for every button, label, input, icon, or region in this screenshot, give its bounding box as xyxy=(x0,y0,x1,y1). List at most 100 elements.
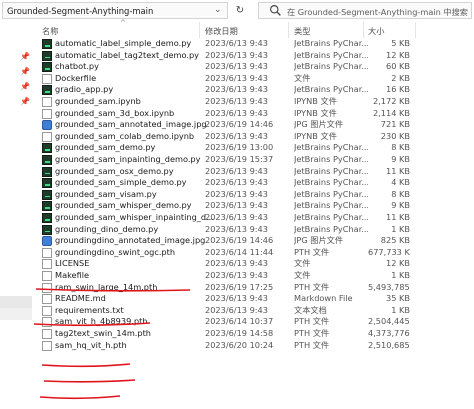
file-name: grounding_dino_demo.py xyxy=(55,223,159,234)
file-icon xyxy=(42,317,52,328)
column-divider[interactable] xyxy=(288,22,289,38)
file-size: 12 KB xyxy=(385,49,410,60)
column-type[interactable]: 类型 xyxy=(294,25,310,37)
file-type: IPYNB 文件 xyxy=(294,96,337,106)
file-name: sam_hq_vit_h.pth xyxy=(55,339,127,350)
python-file-icon xyxy=(42,178,52,189)
file-date: 2023/6/13 9:43 xyxy=(205,165,268,176)
file-row[interactable]: automatic_label_simple_demo.py 2023/6/13 … xyxy=(0,38,474,50)
column-divider[interactable] xyxy=(199,22,200,38)
file-type: JetBrains PyChar... xyxy=(294,165,368,176)
file-row[interactable]: grounded_sam_3d_box.ipynb 2023/6/13 9:43 I… xyxy=(0,108,474,120)
file-row[interactable]: gradio_app.py 2023/6/13 9:43 JetBrains PyC… xyxy=(0,84,474,96)
file-size: 60 KB xyxy=(385,61,410,72)
file-row[interactable]: ram_swin_large_14m.pth 2023/6/19 17:25 PTH… xyxy=(0,282,474,294)
file-row[interactable]: README.md 2023/6/13 9:43 Markdown File 35 K… xyxy=(0,293,474,305)
file-row[interactable]: automatic_label_tag2text_demo.py 2023/6/1… xyxy=(0,50,474,62)
file-type: JetBrains PyChar... xyxy=(294,177,368,188)
refresh-icon: ↻ xyxy=(235,5,245,16)
notebook-file-icon xyxy=(42,108,52,119)
file-date: 2023/6/13 9:43 xyxy=(205,304,268,315)
file-row[interactable]: Makefile 2023/6/13 9:43 文件 1 KB xyxy=(0,270,474,282)
file-row[interactable]: grounded_sam_whisper_inpainting_d... 2023… xyxy=(0,212,474,224)
file-size: 5 KB xyxy=(391,38,410,48)
notebook-file-icon xyxy=(42,97,52,107)
file-row[interactable]: Dockerfile 2023/6/13 9:43 文件 2 KB xyxy=(0,73,474,85)
search-icon xyxy=(270,5,281,16)
file-row[interactable]: grounded_sam_visam.py 2023/6/13 9:43 JetBr… xyxy=(0,189,474,201)
file-size: 721 KB xyxy=(380,119,410,130)
file-row[interactable]: grounded_sam_osx_demo.py 2023/6/13 9:43 Je… xyxy=(0,166,474,178)
file-type: PTH 文件 xyxy=(294,339,330,350)
file-row[interactable]: grounded_sam_demo.py 2023/6/19 13:00 JetBr… xyxy=(0,142,474,154)
file-row[interactable]: requirements.txt 2023/6/13 9:43 文本文档 1 KB xyxy=(0,305,474,317)
file-type: JPG 图片文件 xyxy=(294,119,344,130)
file-icon xyxy=(42,340,52,351)
file-row[interactable]: chatbot.py 2023/6/13 9:43 JetBrains PyChar… xyxy=(0,61,474,73)
search-input[interactable]: 在 Grounded-Segment-Anything-main 中搜索 xyxy=(258,2,472,19)
file-name: grounded_sam_visam.py xyxy=(55,188,157,199)
file-row[interactable]: groundingdino_annotated_image.jpg 2023/6/… xyxy=(0,235,474,247)
address-bar[interactable]: Grounded-Segment-Anything-main ⌄ xyxy=(2,2,228,19)
file-type: 文件 xyxy=(294,258,311,269)
file-icon xyxy=(42,247,52,258)
file-date: 2023/6/20 10:24 xyxy=(205,339,274,350)
text-file-icon xyxy=(42,305,52,316)
file-name: requirements.txt xyxy=(55,304,124,315)
file-name: groundingdino_annotated_image.jpg xyxy=(55,235,206,246)
file-date: 2023/6/19 13:00 xyxy=(205,142,274,153)
file-row[interactable]: LICENSE 2023/6/13 9:43 文件 12 KB xyxy=(0,258,474,270)
file-name: gradio_app.py xyxy=(55,84,114,95)
column-divider[interactable] xyxy=(415,22,416,38)
address-bar-row: Grounded-Segment-Anything-main ⌄ ↻ 在 Gro… xyxy=(0,0,474,22)
file-row[interactable]: grounded_sam_inpainting_demo.py 2023/6/19… xyxy=(0,154,474,166)
file-row[interactable]: tag2text_swin_14m.pth 2023/6/19 14:58 PTH … xyxy=(0,328,474,340)
file-row[interactable]: grounded_sam_whisper_demo.py 2023/6/13 9:… xyxy=(0,200,474,212)
refresh-button[interactable]: ↻ xyxy=(233,4,247,18)
file-name: chatbot.py xyxy=(55,61,99,72)
file-size: 2,114 KB xyxy=(372,107,410,118)
file-row[interactable]: grounded_sam_simple_demo.py 2023/6/13 9:4… xyxy=(0,177,474,189)
file-row[interactable]: grounding_dino_demo.py 2023/6/13 9:43 JetB… xyxy=(0,224,474,236)
file-row[interactable]: sam_hq_vit_h.pth 2023/6/20 10:24 PTH 文件 2,5… xyxy=(0,340,474,352)
python-file-icon xyxy=(42,50,52,61)
file-name: grounded_sam_3d_box.ipynb xyxy=(55,107,175,118)
file-row[interactable]: sam_vit_h_4b8939.pth 2023/6/14 10:37 PTH 文… xyxy=(0,316,474,328)
file-name: grounded_sam_annotated_image.jpg xyxy=(55,119,207,130)
image-file-icon xyxy=(42,236,52,247)
file-name: grounded_sam_osx_demo.py xyxy=(55,165,174,176)
file-type: JetBrains PyChar... xyxy=(294,223,368,234)
file-row[interactable]: grounded_sam.ipynb 2023/6/13 9:43 IPYNB 文件… xyxy=(0,96,474,108)
column-size[interactable]: 大小 xyxy=(368,25,384,37)
file-type: JetBrains PyChar... xyxy=(294,212,368,222)
column-date[interactable]: 修改日期 xyxy=(205,25,238,37)
file-type: JPG 图片文件 xyxy=(294,235,344,246)
chevron-down-icon[interactable]: ⌄ xyxy=(214,5,226,17)
column-name[interactable]: 名称 xyxy=(42,25,58,37)
file-icon xyxy=(42,329,52,339)
file-type: JetBrains PyChar... xyxy=(294,154,368,164)
file-type: IPYNB 文件 xyxy=(294,130,337,141)
file-date: 2023/6/13 9:43 xyxy=(205,293,268,304)
file-row[interactable]: groundingdino_swint_ogc.pth 2023/6/14 11:… xyxy=(0,247,474,259)
file-size: 35 KB xyxy=(385,293,410,304)
file-name: grounded_sam_demo.py xyxy=(55,142,156,153)
file-size: 2,504,445... xyxy=(368,316,410,327)
file-icon xyxy=(42,259,52,270)
file-name: grounded_sam_inpainting_demo.py xyxy=(55,154,201,164)
file-size: 2,172 KB xyxy=(372,96,410,106)
sort-caret-icon: ^ xyxy=(120,19,126,27)
search-placeholder: 在 Grounded-Segment-Anything-main 中搜索 xyxy=(287,7,468,17)
file-type: 文件 xyxy=(294,72,311,83)
file-date: 2023/6/19 14:46 xyxy=(205,235,274,246)
markdown-file-icon xyxy=(42,294,52,305)
file-date: 2023/6/19 15:37 xyxy=(205,154,274,164)
python-file-icon xyxy=(42,85,52,96)
file-icon xyxy=(42,271,52,281)
file-name: tag2text_swin_14m.pth xyxy=(55,328,151,338)
file-row[interactable]: grounded_sam_annotated_image.jpg 2023/6/1… xyxy=(0,119,474,131)
underline-mark xyxy=(41,363,131,368)
column-divider[interactable] xyxy=(363,22,364,38)
python-file-icon xyxy=(42,201,52,212)
file-row[interactable]: grounded_sam_colab_demo.ipynb 2023/6/13 9… xyxy=(0,131,474,143)
